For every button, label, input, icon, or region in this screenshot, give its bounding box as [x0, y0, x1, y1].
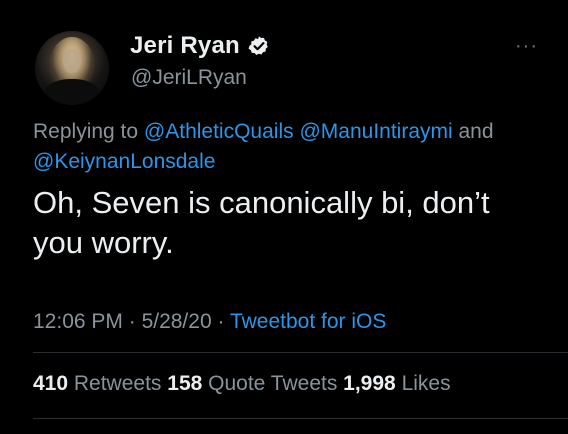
- retweets-label: Retweets: [68, 372, 168, 395]
- mention-link[interactable]: @AthleticQuails: [144, 120, 294, 143]
- retweets-stat[interactable]: 410 Retweets: [33, 372, 167, 395]
- quote-tweets-label: Quote Tweets: [202, 372, 344, 395]
- likes-count: 1,998: [343, 372, 396, 395]
- replying-prefix: Replying to: [33, 120, 144, 143]
- author-name-row: Jeri Ryan: [130, 32, 270, 60]
- replying-to: Replying to @AthleticQuails @ManuIntiray…: [33, 117, 543, 177]
- tweet-stats: 410 Retweets 158 Quote Tweets 1,998 Like…: [33, 372, 451, 396]
- mention-link[interactable]: @KeiynanLonsdale: [33, 150, 215, 173]
- avatar[interactable]: [35, 31, 109, 105]
- author-handle[interactable]: @JeriLRyan: [131, 66, 247, 90]
- divider: [33, 352, 568, 353]
- divider: [33, 418, 568, 419]
- likes-label: Likes: [395, 372, 451, 395]
- tweet-card: Jeri Ryan @JeriLRyan ··· Replying to @At…: [0, 0, 568, 434]
- avatar-face: [63, 49, 81, 73]
- quote-tweets-count: 158: [167, 372, 203, 395]
- verified-badge-icon: [248, 35, 270, 57]
- meta-separator: ·: [211, 310, 230, 333]
- avatar-body: [43, 79, 101, 105]
- more-options-icon[interactable]: ···: [515, 36, 538, 56]
- meta-separator: ·: [122, 310, 142, 333]
- quote-tweets-stat[interactable]: 158 Quote Tweets: [167, 372, 343, 395]
- mention-link[interactable]: @ManuIntiraymi: [299, 120, 452, 143]
- tweet-source-link[interactable]: Tweetbot for iOS: [230, 310, 386, 333]
- likes-stat[interactable]: 1,998 Likes: [343, 372, 450, 395]
- retweets-count: 410: [33, 372, 69, 395]
- tweet-time[interactable]: 12:06 PM: [33, 310, 123, 333]
- tweet-date[interactable]: 5/28/20: [142, 310, 212, 333]
- replying-conjunction: and: [452, 120, 494, 143]
- tweet-text: Oh, Seven is canonically bi, don’t you w…: [33, 185, 490, 260]
- author-display-name[interactable]: Jeri Ryan: [130, 32, 240, 60]
- tweet-meta: 12:06 PM · 5/28/20 · Tweetbot for iOS: [33, 310, 386, 334]
